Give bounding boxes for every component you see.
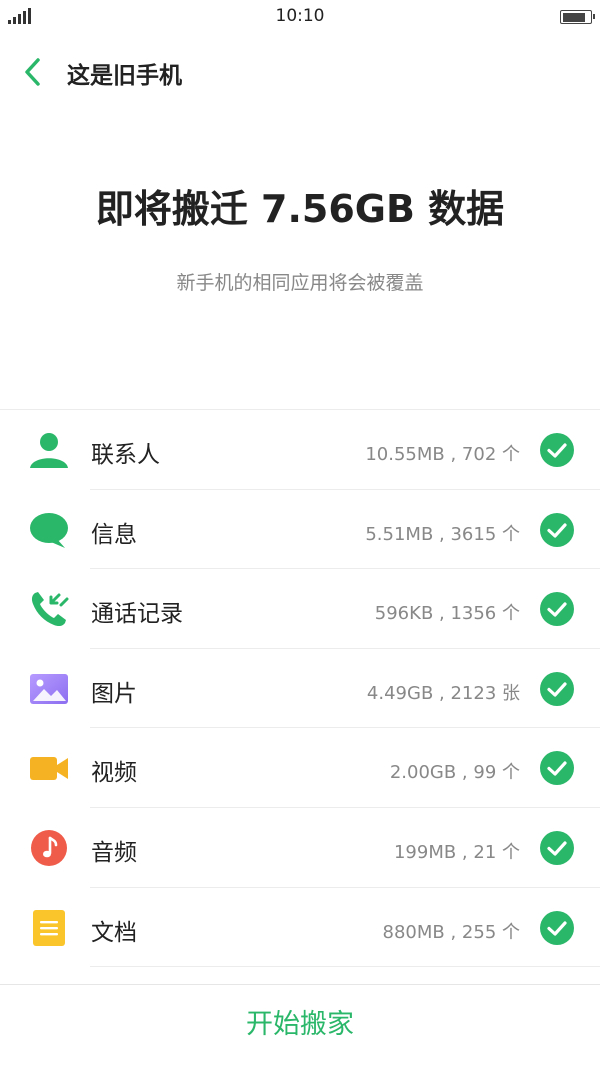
check-icon bbox=[547, 522, 567, 538]
check-icon bbox=[547, 841, 567, 856]
item-label: 视频 bbox=[91, 760, 137, 787]
page-title: 这是旧手机 bbox=[67, 63, 182, 89]
check-icon bbox=[547, 443, 567, 458]
picture-icon bbox=[30, 673, 68, 704]
check-icon bbox=[547, 682, 567, 697]
item-label: 图片 bbox=[91, 680, 137, 707]
nav-bar: 这是旧手机 bbox=[0, 46, 600, 96]
data-category-list: 联系人 10.55MB , 702 个 信息 5.51MB , 3615 个 通… bbox=[0, 409, 600, 968]
checkbox-checked[interactable] bbox=[540, 910, 574, 945]
contacts-icon bbox=[30, 433, 68, 468]
check-icon bbox=[547, 602, 567, 617]
message-icon bbox=[30, 512, 68, 548]
checkbox-checked[interactable] bbox=[540, 592, 574, 627]
list-item-messages[interactable]: 信息 5.51MB , 3615 个 bbox=[0, 490, 600, 570]
item-size-count: 880MB , 255 个 bbox=[382, 921, 520, 943]
list-item-audio[interactable]: 音频 199MB , 21 个 bbox=[0, 808, 600, 888]
list-item-call-log[interactable]: 通话记录 596KB , 1356 个 bbox=[0, 569, 600, 649]
item-label: 信息 bbox=[91, 521, 137, 548]
video-icon bbox=[30, 757, 68, 781]
check-icon bbox=[547, 761, 567, 776]
music-icon bbox=[31, 829, 67, 866]
chevron-left-icon bbox=[25, 58, 40, 86]
item-size-count: 199MB , 21 个 bbox=[393, 841, 520, 863]
list-item-contacts[interactable]: 联系人 10.55MB , 702 个 bbox=[0, 410, 600, 490]
item-size-count: 5.51MB , 3615 个 bbox=[365, 523, 520, 545]
document-icon bbox=[33, 909, 65, 946]
checkbox-checked[interactable] bbox=[540, 830, 574, 865]
item-size-count: 2.00GB , 99 个 bbox=[389, 762, 520, 784]
checkbox-checked[interactable] bbox=[540, 671, 574, 706]
start-transfer-button[interactable]: 开始搬家 bbox=[0, 985, 600, 1067]
back-button[interactable] bbox=[20, 54, 48, 90]
checkbox-checked[interactable] bbox=[540, 751, 574, 786]
list-item-documents[interactable]: 文档 880MB , 255 个 bbox=[0, 888, 600, 968]
overwrite-notice: 新手机的相同应用将会被覆盖 bbox=[176, 272, 424, 294]
item-size-count: 10.55MB , 702 个 bbox=[365, 444, 520, 465]
call-log-icon bbox=[31, 592, 69, 627]
checkbox-checked[interactable] bbox=[540, 433, 574, 467]
check-icon bbox=[547, 920, 567, 936]
checkbox-checked[interactable] bbox=[540, 512, 574, 547]
item-label: 通话记录 bbox=[91, 601, 183, 628]
transfer-size-headline: 即将搬迁 7.56GB 数据 bbox=[95, 187, 505, 231]
list-item-pictures[interactable]: 图片 4.49GB , 2123 张 bbox=[0, 649, 600, 729]
item-label: 音频 bbox=[91, 839, 137, 866]
item-label: 联系人 bbox=[91, 442, 160, 468]
list-item-videos[interactable]: 视频 2.00GB , 99 个 bbox=[0, 728, 600, 808]
item-size-count: 4.49GB , 2123 张 bbox=[366, 682, 520, 704]
battery-icon bbox=[560, 10, 595, 24]
status-bar: 10:10 bbox=[0, 0, 600, 34]
item-label: 文档 bbox=[91, 919, 137, 946]
status-time: 10:10 bbox=[275, 6, 325, 26]
item-size-count: 596KB , 1356 个 bbox=[374, 603, 520, 625]
